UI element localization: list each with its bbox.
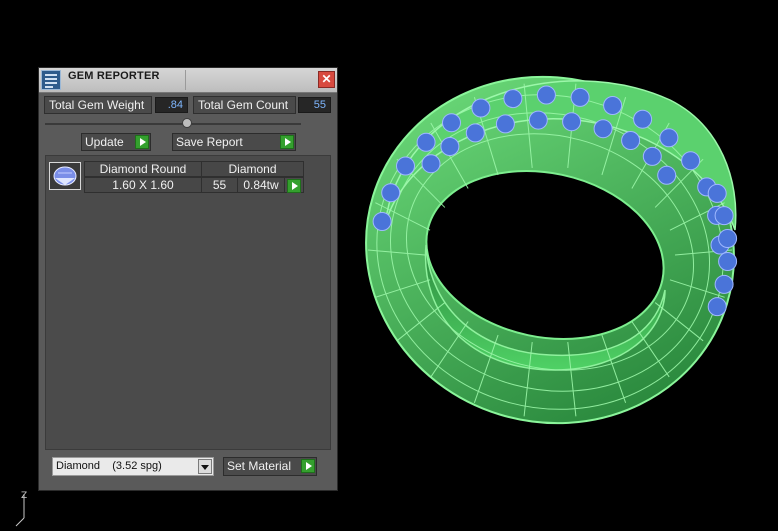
material-select-value: Diamond (3.52 spg)	[56, 460, 162, 472]
play-icon	[280, 135, 294, 149]
chevron-down-icon[interactable]	[198, 459, 212, 474]
titlebar-divider	[185, 70, 186, 90]
slider-handle[interactable]	[182, 118, 192, 128]
gem-stone	[570, 87, 590, 107]
total-gem-weight-value: .84	[155, 97, 188, 113]
gem-stone	[707, 297, 727, 317]
gem-stone	[528, 110, 548, 130]
set-material-button-label: Set Material	[227, 459, 292, 473]
gem-stone	[465, 123, 485, 143]
gem-stone	[471, 98, 491, 118]
gem-reporter-panel: GEM REPORTER ✕ Total Gem Weight .84 Tota…	[38, 67, 338, 491]
update-button-label: Update	[85, 135, 124, 149]
panel-title: GEM REPORTER	[68, 70, 160, 82]
play-icon	[287, 179, 301, 193]
total-gem-weight-label: Total Gem Weight	[44, 96, 152, 114]
gem-stone	[718, 252, 738, 271]
gem-list[interactable]: Diamond Round Diamond 1.60 X 1.60 55 0.8…	[45, 155, 331, 450]
material-select[interactable]: Diamond (3.52 spg)	[52, 457, 214, 476]
gem-stone	[642, 146, 662, 166]
gem-size-cell: 1.60 X 1.60	[84, 177, 202, 193]
axis-indicator	[15, 494, 25, 527]
gem-stone	[718, 229, 738, 248]
gem-stone	[381, 183, 401, 203]
gem-stone	[396, 156, 415, 176]
gem-shape-cell: Diamond Round	[84, 161, 202, 177]
gem-stone	[633, 109, 653, 129]
gem-stone	[593, 119, 613, 139]
gem-stone	[562, 112, 582, 132]
gem-weight-cell: 0.84tw	[237, 177, 285, 193]
set-material-button[interactable]: Set Material	[223, 457, 317, 476]
slider-track	[45, 123, 301, 125]
gem-stone	[416, 132, 436, 152]
gem-stone	[621, 131, 641, 150]
row-action-button[interactable]	[284, 177, 304, 193]
gem-stone	[603, 96, 623, 115]
update-button[interactable]: Update	[81, 133, 151, 151]
gem-stone	[714, 206, 734, 226]
gem-stone	[536, 85, 556, 105]
gem-count-cell: 55	[201, 177, 238, 193]
gem-stone	[372, 212, 392, 231]
total-gem-count-label: Total Gem Count	[193, 96, 296, 114]
gem-stone	[714, 274, 734, 294]
gem-stone	[440, 137, 460, 156]
gem-stone	[503, 89, 523, 109]
close-button[interactable]: ✕	[318, 71, 335, 88]
save-report-button-label: Save Report	[176, 135, 243, 149]
play-icon	[301, 459, 315, 473]
gem-stone	[442, 113, 461, 133]
z-axis-label: Z	[21, 491, 28, 501]
ring-model[interactable]	[340, 40, 760, 480]
total-gem-count-value: 55	[298, 97, 331, 113]
round-diamond-icon	[49, 162, 81, 190]
gem-stone	[659, 128, 679, 148]
gem-stone	[657, 165, 677, 185]
play-icon	[135, 135, 149, 149]
gem-stone	[421, 154, 441, 174]
save-report-button[interactable]: Save Report	[172, 133, 296, 151]
panel-titlebar[interactable]: GEM REPORTER ✕	[39, 68, 337, 93]
gem-stone	[495, 114, 515, 134]
gem-reporter-app-icon	[41, 70, 61, 90]
gem-stone	[681, 151, 701, 171]
gem-stone	[707, 183, 727, 203]
gem-material-cell: Diamond	[201, 161, 304, 177]
